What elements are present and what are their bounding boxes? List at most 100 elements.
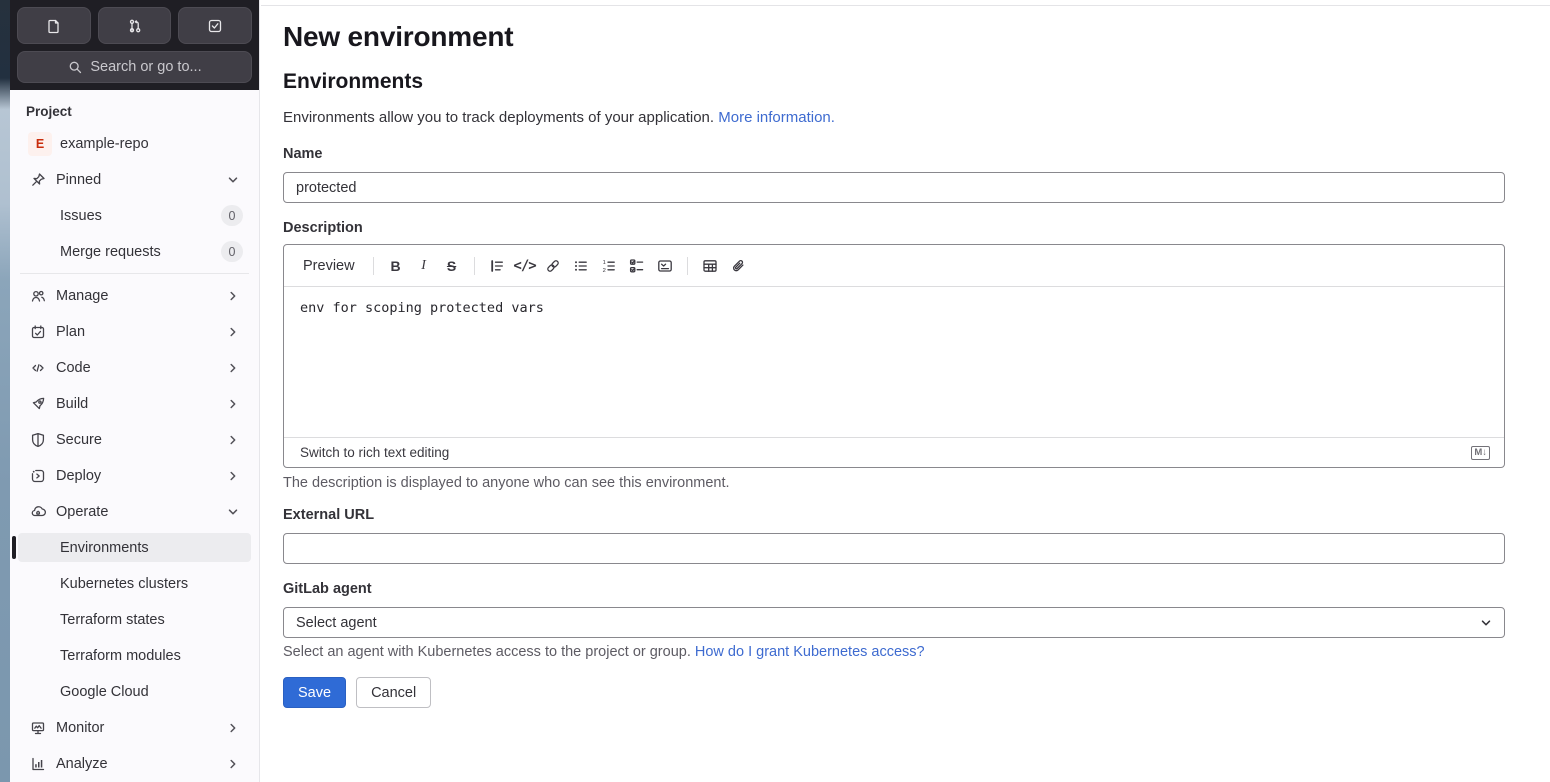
sidebar-item-label: Build: [56, 395, 89, 412]
sidebar-item-build[interactable]: Build: [18, 389, 251, 418]
sidebar-nav: Project E example-repo Pinned Issues 0 M…: [10, 90, 259, 782]
cancel-button[interactable]: Cancel: [356, 677, 432, 708]
intro-text: Environments allow you to track deployme…: [283, 109, 715, 126]
sidebar-item-label: Plan: [56, 323, 86, 340]
sidebar-divider: [20, 273, 249, 274]
collapsible-section-button[interactable]: [651, 252, 679, 280]
strikethrough-icon: S: [446, 257, 457, 274]
sidebar-item-label: Merge requests: [60, 243, 161, 260]
sidebar-item-monitor[interactable]: Monitor: [18, 713, 251, 742]
markdown-toolbar: Preview B I S </> 12: [284, 245, 1504, 287]
chevron-down-icon: [1481, 619, 1491, 625]
sidebar-item-kubernetes-clusters[interactable]: Kubernetes clusters: [18, 569, 251, 598]
main-content: New environment Environments Environment…: [261, 0, 1550, 782]
collapsible-section-icon: [657, 259, 672, 272]
sidebar-project-example-repo[interactable]: E example-repo: [18, 129, 251, 158]
monitor-icon: [31, 721, 45, 734]
markdown-editor: Preview B I S </> 12 env for scoping pro…: [283, 244, 1505, 468]
agent-select-value: Select agent: [296, 614, 377, 631]
sidebar-item-pinned[interactable]: Pinned: [18, 165, 251, 194]
environments-heading: Environments: [283, 70, 424, 93]
page-title: New environment: [283, 21, 514, 52]
sidebar-item-terraform-modules[interactable]: Terraform modules: [18, 641, 251, 670]
sidebar-item-google-cloud[interactable]: Google Cloud: [18, 677, 251, 706]
sidebar-item-label: Deploy: [56, 467, 102, 484]
search-placeholder: Search or go to...: [90, 59, 202, 75]
link-icon: [546, 259, 559, 272]
agent-help-text: Select an agent with Kubernetes access t…: [283, 644, 925, 660]
external-url-label: External URL: [283, 507, 375, 523]
kubernetes-access-link[interactable]: How do I grant Kubernetes access?: [695, 644, 925, 660]
sidebar-item-label: Environments: [60, 539, 149, 556]
task-list-button[interactable]: [623, 252, 651, 280]
toolbar-divider: [473, 256, 475, 275]
task-list-icon: [629, 258, 643, 272]
sidebar-item-label: Manage: [56, 287, 109, 304]
sidebar-item-operate[interactable]: Operate: [18, 497, 251, 526]
preview-toggle[interactable]: Preview: [293, 253, 365, 279]
issues-shortcut-button[interactable]: [17, 7, 91, 44]
agent-select[interactable]: Select agent: [283, 607, 1505, 638]
italic-button[interactable]: I: [410, 252, 438, 280]
attachment-button[interactable]: [724, 252, 752, 280]
sidebar-item-plan[interactable]: Plan: [18, 317, 251, 346]
rocket-icon: [32, 397, 45, 409]
todo-icon: [209, 19, 222, 32]
users-icon: [31, 290, 45, 302]
sidebar-section-label: Project: [26, 104, 72, 119]
sidebar-item-issues[interactable]: Issues 0: [18, 201, 251, 230]
save-button[interactable]: Save: [283, 677, 347, 708]
sidebar-item-code[interactable]: Code: [18, 353, 251, 382]
bold-button[interactable]: B: [382, 252, 410, 280]
pin-icon: [32, 172, 45, 186]
sidebar-item-deploy[interactable]: Deploy: [18, 461, 251, 490]
sidebar-item-label: Monitor: [56, 719, 105, 736]
sidebar-item-label: Code: [56, 359, 91, 376]
name-input[interactable]: [283, 172, 1505, 203]
form-actions: Save Cancel: [283, 677, 1505, 708]
quote-button[interactable]: [483, 252, 511, 280]
chevron-right-icon: [230, 291, 236, 300]
chevron-right-icon: [230, 723, 236, 732]
sidebar-item-label: Issues: [60, 207, 102, 224]
search-icon: [70, 61, 82, 74]
sidebar-item-label: Pinned: [56, 171, 102, 188]
merge-requests-shortcut-button[interactable]: [97, 7, 172, 44]
code-button[interactable]: </>: [511, 252, 539, 280]
shield-icon: [31, 432, 45, 447]
switch-rich-text-link[interactable]: Switch to rich text editing: [300, 445, 449, 460]
merge-request-icon: [129, 19, 140, 32]
sidebar-item-secure[interactable]: Secure: [18, 425, 251, 454]
cloud-pod-icon: [31, 505, 46, 516]
code-icon: </>: [513, 257, 536, 274]
sidebar-item-analyze[interactable]: Analyze: [18, 749, 251, 778]
markdown-icon[interactable]: M↓: [1471, 445, 1490, 460]
todo-shortcut-button[interactable]: [178, 7, 253, 44]
issues-icon: [48, 19, 59, 33]
project-avatar: E: [28, 131, 52, 156]
external-url-input[interactable]: [283, 533, 1505, 564]
italic-icon: I: [421, 257, 426, 273]
desktop-wallpaper-sliver: [0, 0, 10, 782]
chevron-right-icon: [230, 759, 236, 768]
sidebar-item-manage[interactable]: Manage: [18, 281, 251, 310]
description-label: Description: [283, 220, 363, 236]
bullet-list-button[interactable]: [567, 252, 595, 280]
chevron-right-icon: [230, 435, 236, 444]
description-textarea[interactable]: env for scoping protected vars: [284, 287, 1504, 433]
sidebar-item-environments[interactable]: Environments: [12, 533, 251, 562]
search-input[interactable]: Search or go to...: [17, 51, 252, 83]
chevron-right-icon: [230, 471, 236, 480]
toolbar-divider: [372, 256, 374, 275]
sidebar-item-terraform-states[interactable]: Terraform states: [18, 605, 251, 634]
sidebar: Search or go to... Project E example-rep…: [10, 0, 260, 782]
numbered-list-button[interactable]: 12: [595, 252, 623, 280]
sidebar-item-merge-requests[interactable]: Merge requests 0: [18, 237, 251, 266]
svg-text:2: 2: [602, 267, 605, 273]
deploy-icon: [31, 469, 45, 482]
link-button[interactable]: [539, 252, 567, 280]
strikethrough-button[interactable]: S: [438, 252, 466, 280]
chevron-right-icon: [230, 327, 236, 336]
more-information-link[interactable]: More information.: [718, 109, 835, 126]
table-button[interactable]: [696, 252, 724, 280]
